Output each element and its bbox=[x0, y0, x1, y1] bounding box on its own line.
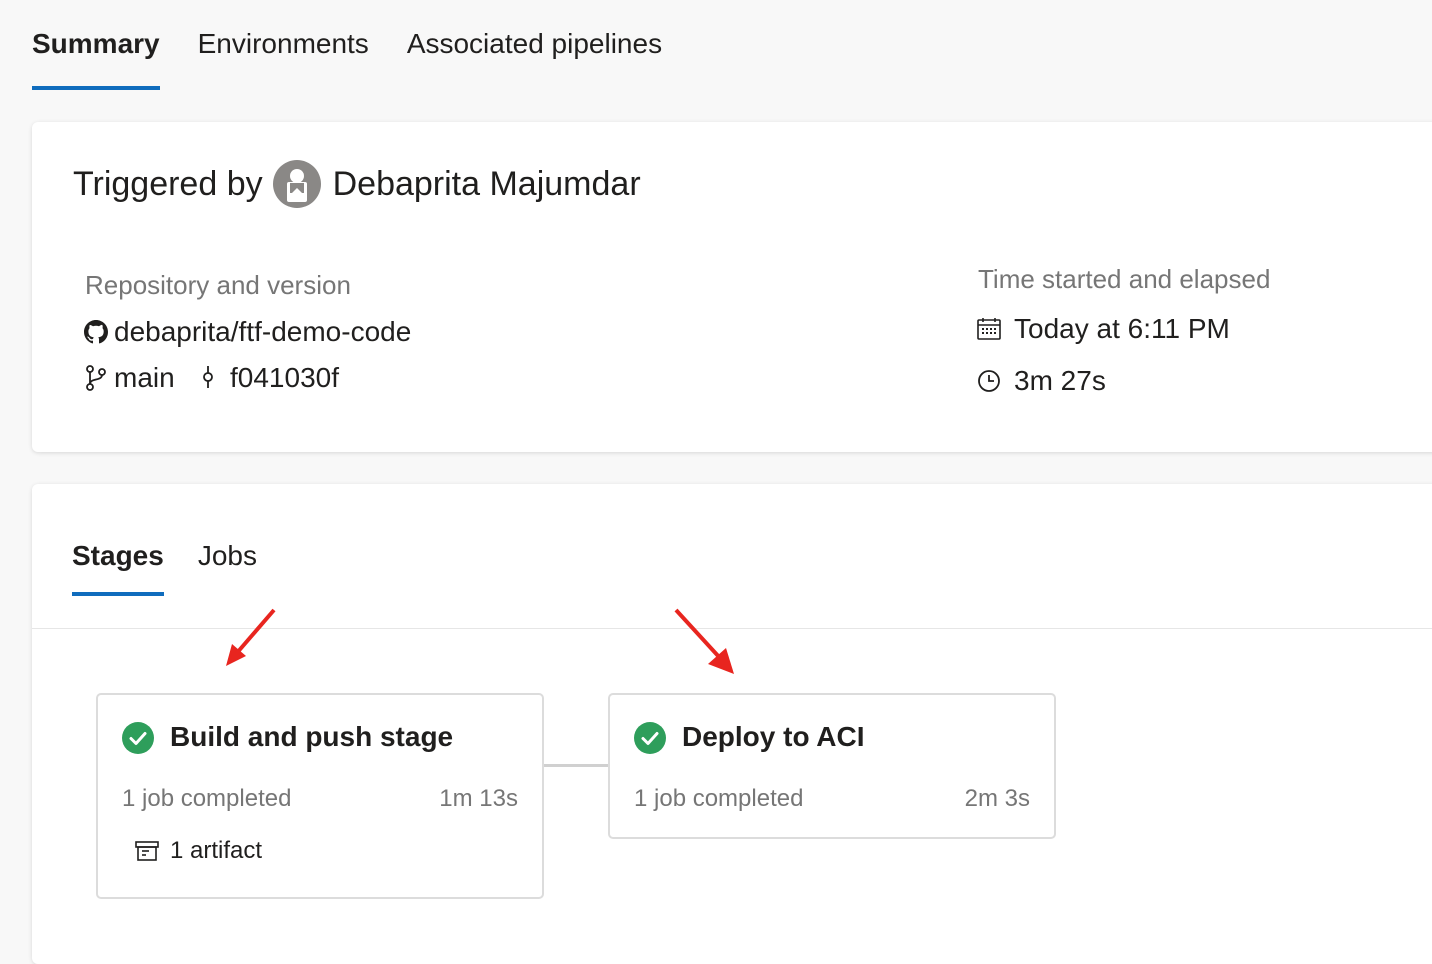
tab-jobs[interactable]: Jobs bbox=[198, 484, 257, 596]
stages-card: Stages Jobs Build and push stage 1 job c… bbox=[32, 484, 1432, 964]
stage-deploy-to-aci[interactable]: Deploy to ACI 1 job completed 2m 3s bbox=[608, 693, 1056, 839]
time-section-label: Time started and elapsed bbox=[978, 264, 1271, 294]
tab-summary[interactable]: Summary bbox=[32, 0, 160, 90]
branch-name: main bbox=[114, 362, 175, 393]
person-icon bbox=[286, 169, 307, 202]
tab-associated-pipelines[interactable]: Associated pipelines bbox=[407, 0, 662, 90]
stages-tab-bar: Stages Jobs bbox=[72, 484, 291, 596]
commit-row[interactable]: f041030f bbox=[200, 362, 339, 394]
tab-stages[interactable]: Stages bbox=[72, 484, 164, 596]
repository-name: debaprita/ftf-demo-code bbox=[114, 316, 412, 347]
run-summary-card: Triggered by Debaprita Majumdar Reposito… bbox=[32, 122, 1432, 452]
stage-name: Build and push stage bbox=[170, 721, 454, 752]
stage-duration: 1m 13s bbox=[439, 785, 518, 812]
repository-row[interactable]: debaprita/ftf-demo-code bbox=[84, 316, 411, 348]
commit-hash: f041030f bbox=[230, 362, 339, 393]
branch-row[interactable]: main bbox=[84, 362, 175, 394]
annotation-arrow-icon bbox=[674, 608, 734, 674]
repository-section-label: Repository and version bbox=[85, 270, 351, 300]
start-time: Today at 6:11 PM bbox=[1014, 313, 1230, 344]
trigger-user-name[interactable]: Debaprita Majumdar bbox=[333, 165, 641, 204]
elapsed-time-row: 3m 27s bbox=[976, 365, 1106, 397]
clock-icon bbox=[976, 368, 1002, 394]
stage-jobs-status: 1 job completed bbox=[634, 785, 804, 812]
start-time-row: Today at 6:11 PM bbox=[976, 313, 1230, 345]
top-tab-bar: Summary Environments Associated pipeline… bbox=[32, 0, 700, 90]
tab-environments[interactable]: Environments bbox=[198, 0, 369, 90]
stage-build-and-push[interactable]: Build and push stage 1 job completed 1m … bbox=[96, 693, 544, 899]
success-check-icon bbox=[122, 722, 154, 754]
github-icon bbox=[84, 320, 108, 344]
calendar-icon bbox=[976, 316, 1002, 342]
elapsed-time: 3m 27s bbox=[1014, 365, 1106, 396]
artifact-icon bbox=[134, 839, 160, 863]
annotation-arrow-icon bbox=[226, 608, 276, 666]
stage-connector bbox=[542, 764, 610, 767]
artifact-link[interactable]: 1 artifact bbox=[134, 837, 262, 865]
branch-icon bbox=[84, 364, 108, 392]
triggered-by-label: Triggered by bbox=[73, 164, 263, 203]
stage-jobs-status: 1 job completed bbox=[122, 785, 292, 812]
stage-duration: 2m 3s bbox=[964, 785, 1030, 812]
commit-icon bbox=[200, 364, 216, 392]
success-check-icon bbox=[634, 722, 666, 754]
avatar[interactable] bbox=[272, 160, 321, 208]
artifact-count: 1 artifact bbox=[170, 837, 263, 864]
triggered-by-header: Triggered by Debaprita Majumdar bbox=[73, 160, 641, 208]
stage-name: Deploy to ACI bbox=[682, 721, 865, 752]
